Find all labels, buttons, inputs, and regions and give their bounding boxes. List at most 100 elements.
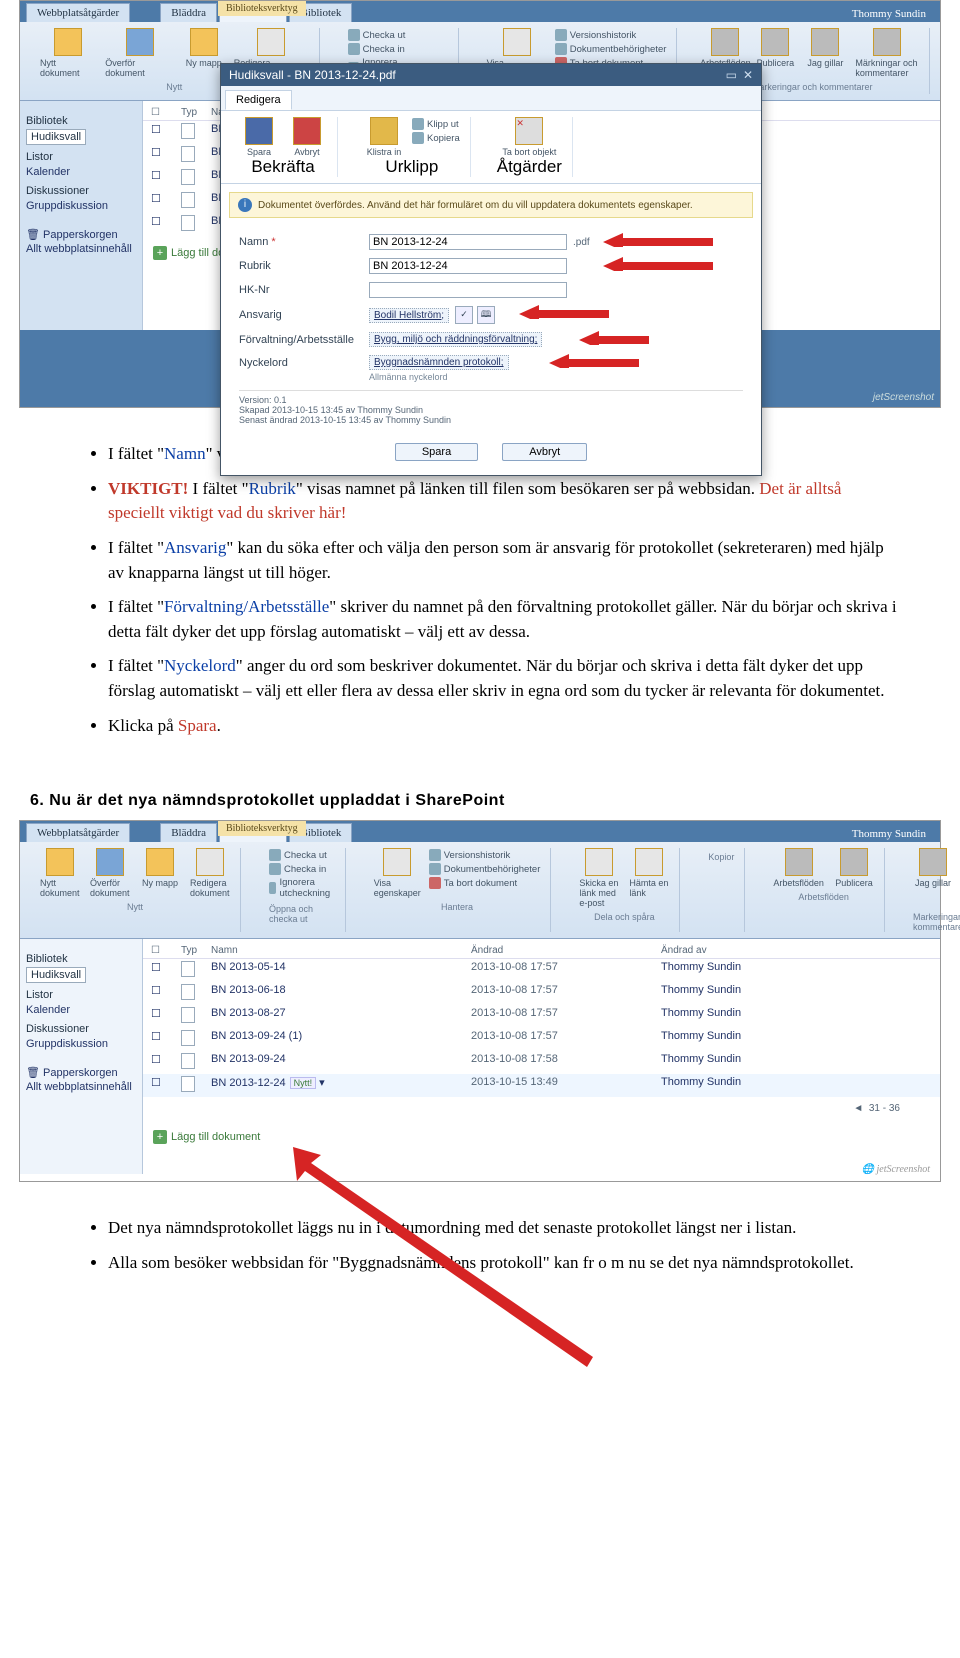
- email-link-button[interactable]: Skicka en länk med e-post: [579, 848, 619, 908]
- left-nav: Bibliotek Hudiksvall Listor Kalender Dis…: [20, 939, 142, 1174]
- dialog-cancel-button[interactable]: Avbryt: [287, 117, 327, 157]
- doc-permissions[interactable]: Dokumentbehörigheter: [555, 42, 667, 56]
- edit-properties-dialog: Hudiksvall - BN 2013-12-24.pdf ▭ ✕ Redige…: [220, 63, 762, 476]
- workflows-button[interactable]: Arbetsflöden: [773, 848, 824, 888]
- get-link-button[interactable]: Hämta en länk: [629, 848, 669, 908]
- nav-calendar[interactable]: Kalender: [26, 165, 136, 179]
- nav-all-content[interactable]: Allt webbplatsinnehåll: [26, 242, 136, 256]
- upload-document-button[interactable]: Överför dokument: [105, 28, 174, 78]
- screenshot-document-list: Webbplatsåtgärder Biblioteksverktyg Bläd…: [19, 820, 941, 1182]
- new-folder-button[interactable]: Ny mapp: [184, 28, 224, 78]
- nav-hudiksvall[interactable]: Hudiksvall: [26, 129, 86, 145]
- table-row[interactable]: ☐BN 2013-09-24 (1)2013-10-08 17:57Thommy…: [143, 1028, 940, 1051]
- discard-checkout[interactable]: Ignorera utcheckning: [269, 876, 335, 900]
- dialog-save-button[interactable]: Spara: [239, 117, 279, 157]
- edit-document-button[interactable]: Redigera dokument: [190, 848, 230, 898]
- tab-browse[interactable]: Bläddra: [160, 3, 217, 22]
- page-icon: [181, 1007, 195, 1023]
- nav-group-discussion[interactable]: Gruppdiskussion: [26, 199, 136, 213]
- context-tab-label: Biblioteksverktyg: [218, 821, 306, 836]
- section-heading: 6. Nu är det nya nämndsprotokollet uppla…: [30, 792, 960, 810]
- doc-permissions[interactable]: Dokumentbehörigheter: [429, 862, 541, 876]
- hknr-input[interactable]: [369, 282, 567, 298]
- nav-calendar[interactable]: Kalender: [26, 1003, 136, 1017]
- nyckelord-picker[interactable]: Byggnadsnämnden protokoll;: [369, 355, 509, 370]
- table-row[interactable]: ☐BN 2013-08-272013-10-08 17:57Thommy Sun…: [143, 1005, 940, 1028]
- ribbon-tabs: Webbplatsåtgärder Biblioteksverktyg Bläd…: [20, 1, 940, 22]
- user-menu[interactable]: Thommy Sundin: [844, 826, 934, 842]
- check-in[interactable]: Checka in: [348, 42, 448, 56]
- nav-all-content[interactable]: Allt webbplatsinnehåll: [26, 1080, 136, 1094]
- delete-object-button[interactable]: ✕Ta bort objekt: [502, 117, 556, 157]
- version-history[interactable]: Versionshistorik: [429, 848, 541, 862]
- site-actions[interactable]: Webbplatsåtgärder: [26, 3, 130, 22]
- ribbon-group-tags: Markeringar och kommentarer: [752, 82, 873, 92]
- paste-button[interactable]: Klistra in: [364, 117, 404, 157]
- maximize-icon[interactable]: ▭: [726, 68, 737, 82]
- table-row[interactable]: ☐BN 2013-05-142013-10-08 17:57Thommy Sun…: [143, 959, 940, 982]
- check-in[interactable]: Checka in: [269, 862, 335, 876]
- rubrik-input[interactable]: [369, 258, 567, 274]
- table-row[interactable]: ☐BN 2013-12-24Nytt! ▾2013-10-15 13:49Tho…: [143, 1074, 940, 1097]
- context-tab-label: Biblioteksverktyg: [218, 1, 306, 16]
- nav-heading-discussions: Diskussioner: [26, 185, 136, 197]
- pager[interactable]: ◄ 31 - 36: [143, 1097, 940, 1120]
- forvaltning-picker[interactable]: Bygg, miljö och räddningsförvaltning;: [369, 332, 542, 347]
- delete-document[interactable]: Ta bort dokument: [429, 876, 541, 890]
- arrow-icon: [603, 257, 713, 271]
- site-actions[interactable]: Webbplatsåtgärder: [26, 823, 130, 842]
- cancel-button[interactable]: Avbryt: [502, 443, 587, 461]
- page-icon: [181, 1053, 195, 1069]
- page-icon: [181, 1076, 195, 1092]
- publish-button[interactable]: Publicera: [834, 848, 874, 888]
- nav-recycle-bin[interactable]: 🗑 Papperskorgen: [26, 1065, 136, 1080]
- nav-hudiksvall[interactable]: Hudiksvall: [26, 967, 86, 983]
- new-document-button[interactable]: Nytt dokument: [40, 28, 95, 78]
- nav-recycle-bin[interactable]: 🗑 Papperskorgen: [26, 227, 136, 242]
- like-button[interactable]: Jag gillar: [913, 848, 953, 908]
- check-out[interactable]: Checka ut: [269, 848, 335, 862]
- left-nav: Bibliotek Hudiksvall Listor Kalender Dis…: [20, 101, 142, 330]
- arrow-icon: [549, 354, 639, 368]
- copy-item[interactable]: Kopiera: [412, 131, 460, 145]
- watermark: 🌐 jetScreenshot: [862, 1164, 930, 1175]
- page-icon: [181, 1030, 195, 1046]
- like-button[interactable]: Jag gillar: [805, 28, 845, 78]
- screenshot-upload-dialog: Webbplatsåtgärder Biblioteksverktyg Bläd…: [19, 0, 941, 408]
- ansvarig-picker[interactable]: Bodil Hellström;: [369, 308, 449, 323]
- user-menu[interactable]: Thommy Sundin: [844, 6, 934, 22]
- version-history[interactable]: Versionshistorik: [555, 28, 667, 42]
- tab-edit[interactable]: Redigera: [225, 90, 292, 110]
- upload-document-button[interactable]: Överför dokument: [90, 848, 130, 898]
- nav-group-discussion[interactable]: Gruppdiskussion: [26, 1037, 136, 1051]
- arrow-icon: [603, 233, 713, 247]
- nav-heading-library: Bibliotek: [26, 115, 136, 127]
- nav-heading-lists: Listor: [26, 151, 136, 163]
- name-input[interactable]: [369, 234, 567, 250]
- info-icon: i: [238, 198, 252, 212]
- dialog-title: Hudiksvall - BN 2013-12-24.pdf: [229, 68, 396, 82]
- add-document-link[interactable]: +Lägg till dokument: [143, 1120, 940, 1154]
- arrow-icon: [579, 331, 649, 345]
- arrow-icon: [519, 305, 609, 319]
- new-folder-button[interactable]: Ny mapp: [140, 848, 180, 898]
- table-row[interactable]: ☐BN 2013-06-182013-10-08 17:57Thommy Sun…: [143, 982, 940, 1005]
- page-icon: [181, 984, 195, 1000]
- instructions-list-2: Det nya nämndsprotokollet läggs nu in i …: [0, 1202, 960, 1305]
- view-properties-button[interactable]: Visa egenskaper: [374, 848, 421, 898]
- ribbon-tabs: Webbplatsåtgärder Biblioteksverktyg Bläd…: [20, 821, 940, 842]
- save-button[interactable]: Spara: [395, 443, 478, 461]
- ribbon-group-new: Nytt: [166, 82, 182, 92]
- new-badge: Nytt!: [290, 1077, 317, 1089]
- browse-people-icon[interactable]: 🕮: [477, 306, 495, 324]
- check-names-icon[interactable]: ✓: [455, 306, 473, 324]
- info-banner: iDokumentet överfördes. Använd det här f…: [229, 192, 753, 218]
- close-icon[interactable]: ✕: [743, 68, 753, 82]
- cut-item[interactable]: Klipp ut: [412, 117, 460, 131]
- new-document-button[interactable]: Nytt dokument: [40, 848, 80, 898]
- tags-button[interactable]: Märkningar och kommentarer: [855, 28, 919, 78]
- tab-browse[interactable]: Bläddra: [160, 823, 217, 842]
- check-out[interactable]: Checka ut: [348, 28, 448, 42]
- page-icon: [181, 215, 195, 231]
- table-row[interactable]: ☐BN 2013-09-242013-10-08 17:58Thommy Sun…: [143, 1051, 940, 1074]
